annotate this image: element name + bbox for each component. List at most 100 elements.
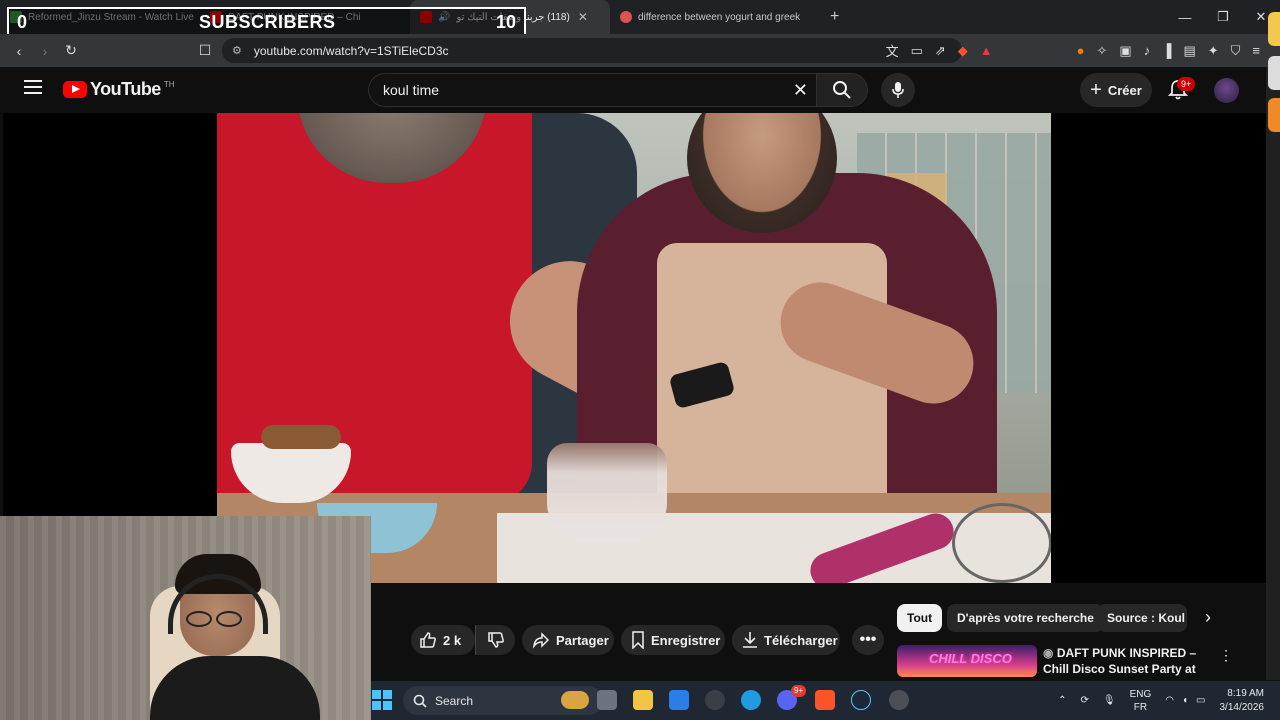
plus-icon: + [1090, 78, 1102, 101]
save-button[interactable]: Enregistrer [621, 625, 725, 655]
extension-toolbar: 文 ▭ ⇗ ◆ ▲ ● ✧ ▣ ♪ ▐ ▤ ✦ ⛉ ≡ [886, 34, 1260, 67]
glasses-left [186, 611, 212, 627]
country-code: TH [163, 80, 175, 89]
chevron-right-icon[interactable]: › [1205, 607, 1211, 628]
language-code: ENG [1129, 688, 1152, 700]
kebab-menu-icon[interactable]: ⋮ [1219, 647, 1233, 664]
menu-icon[interactable]: ≡ [1252, 43, 1260, 58]
brave-shield-icon[interactable]: ◆ [958, 43, 968, 59]
taskbar-search[interactable]: Search [403, 686, 603, 715]
site-settings-icon[interactable]: ⚙ [232, 44, 242, 57]
language-indicator[interactable]: ENG FR [1130, 688, 1152, 714]
new-tab-button[interactable]: + [820, 0, 850, 34]
youtube-logo[interactable]: YouTube TH [63, 79, 175, 100]
hamburger-menu-icon[interactable] [24, 80, 42, 94]
microphone-icon [892, 82, 904, 98]
edge-icon[interactable] [741, 690, 761, 710]
music-note-icon: ◉ [1043, 646, 1057, 660]
extension-icon[interactable]: ● [1077, 43, 1085, 58]
thumbnail-text: CHILL DISCO [929, 651, 1012, 666]
share-icon [532, 632, 550, 649]
clock-date: 3/14/2026 [1219, 701, 1265, 713]
brave-icon[interactable] [815, 690, 835, 710]
notification-badge: 9+ [1177, 77, 1196, 91]
search-icon [413, 694, 427, 708]
file-explorer-icon[interactable] [633, 690, 653, 710]
steam-icon[interactable] [851, 690, 871, 710]
sync-icon[interactable]: ⟳ [1081, 695, 1089, 706]
keyboard-layout: FR [1133, 701, 1148, 713]
microsoft-store-icon[interactable] [669, 690, 689, 710]
forward-icon[interactable]: › [32, 43, 58, 59]
account-avatar[interactable] [1214, 78, 1239, 103]
chip-source[interactable]: Source : Koul Ti [1097, 604, 1187, 632]
taskbar-search-label: Search [435, 693, 474, 708]
dislike-button[interactable] [475, 625, 515, 655]
music-icon[interactable]: ♪ [1144, 43, 1151, 58]
rewards-icon[interactable]: ▲ [980, 43, 993, 58]
download-label: Télécharger [764, 632, 838, 648]
url-text: youtube.com/watch?v=1STiEleCD3c [253, 43, 449, 58]
like-button[interactable]: 2 k [411, 625, 475, 655]
subscriber-goal-right: 10 [495, 11, 516, 32]
subscriber-label: SUBSCRIBERS [199, 11, 336, 32]
voice-search-button[interactable] [881, 73, 915, 107]
bookmark-icon[interactable]: ☐ [192, 42, 218, 59]
save-label: Enregistrer [651, 632, 721, 648]
search-highlight-icon [561, 691, 589, 709]
clear-search-icon[interactable]: ✕ [793, 80, 808, 101]
side-panel-strip [1268, 0, 1280, 160]
close-tab-icon[interactable]: ✕ [578, 10, 588, 24]
address-bar[interactable]: ⚙ youtube.com/watch?v=1STiEleCD3c [222, 38, 962, 63]
subscriber-goal-overlay: 0 SUBSCRIBERS 10 [7, 7, 526, 37]
chip-from-search[interactable]: D'après votre recherche [947, 604, 1104, 632]
restore-icon[interactable]: ❐ [1204, 9, 1242, 25]
puzzle-icon[interactable]: ✧ [1097, 43, 1108, 59]
glasses-right [216, 611, 242, 627]
discord-badge: 9+ [791, 685, 807, 697]
video-player[interactable] [3, 113, 1266, 665]
more-actions-button[interactable]: ••• [852, 625, 884, 655]
wifi-icon[interactable]: ◠ [1165, 695, 1174, 706]
search-button[interactable] [816, 73, 868, 107]
unity-icon[interactable] [705, 690, 725, 710]
chip-all[interactable]: Tout [897, 604, 943, 632]
task-view-icon[interactable] [597, 690, 617, 710]
leo-icon[interactable]: ✦ [1208, 43, 1219, 59]
search-icon [620, 11, 632, 23]
search-input[interactable]: koul time ✕ [368, 73, 816, 107]
video-frame[interactable] [217, 113, 1051, 583]
windows-start-icon[interactable] [371, 689, 393, 711]
search-icon [833, 81, 851, 99]
webcam-overlay [0, 516, 371, 720]
battery-icon[interactable]: ▭ [1196, 695, 1205, 706]
bookmark-save-icon [632, 631, 644, 649]
clock-time: 8:19 AM [1227, 687, 1264, 699]
more-dots-icon: ••• [859, 631, 877, 648]
tab-search[interactable]: difference between yogurt and greek [610, 0, 820, 34]
youtube-play-icon [63, 81, 87, 98]
volume-icon[interactable]: ◖ [1182, 695, 1188, 706]
minimize-icon[interactable]: — [1166, 10, 1204, 25]
cast-icon[interactable]: ▭ [911, 43, 923, 59]
sidebar-icon[interactable]: ▐ [1162, 43, 1171, 58]
tray-overflow-icon[interactable]: ⌃ [1058, 695, 1066, 706]
microphone-icon[interactable]: 🎙 [1103, 695, 1116, 706]
youtube-header: YouTube TH koul time ✕ + Créer 9+ [0, 67, 1266, 113]
vpn-icon[interactable]: ⛉ [1231, 43, 1241, 59]
download-button[interactable]: Télécharger [732, 625, 840, 655]
reload-icon[interactable]: ↻ [58, 42, 84, 59]
recommendation-thumbnail[interactable]: CHILL DISCO [897, 645, 1037, 677]
share-button[interactable]: Partager [522, 625, 614, 655]
share-icon[interactable]: ⇗ [935, 43, 946, 59]
translate-icon[interactable]: 文 [886, 41, 899, 60]
obs-icon[interactable] [889, 690, 909, 710]
clock[interactable]: 8:19 AM 3/14/2026 [1220, 687, 1265, 715]
back-icon[interactable]: ‹ [6, 43, 32, 59]
browser-toolbar: ‹ › ↻ ☐ ⚙ youtube.com/watch?v=1STiEleCD3… [0, 34, 1280, 67]
screenshot-icon[interactable]: ▣ [1119, 43, 1131, 59]
wallet-icon[interactable]: ▤ [1183, 43, 1195, 59]
windows-taskbar: Search 9+ ⌃ ⟳ 🎙 ENG FR ◠ ◖ ▭ 8:19 AM 3/1… [371, 681, 1280, 720]
create-button[interactable]: + Créer [1080, 73, 1152, 107]
subscriber-count-left: 0 [17, 11, 28, 32]
